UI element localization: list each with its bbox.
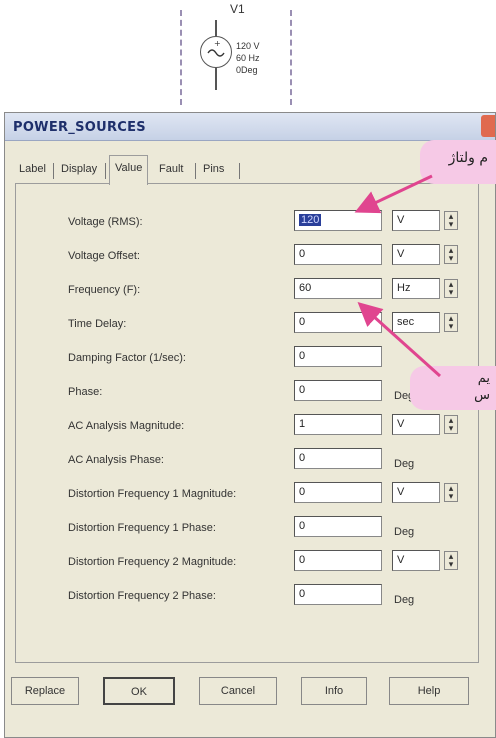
field-label: Distortion Frequency 2 Magnitude: [68, 556, 237, 568]
tab-separator [195, 163, 196, 179]
field-label: Frequency (F): [68, 284, 141, 296]
ac-magnitude-input[interactable]: 1 [294, 414, 382, 435]
source-frequency-label: 60 Hz [236, 53, 260, 63]
time-delay-input[interactable]: 0 [294, 312, 382, 333]
distortion-2-phase-input[interactable]: 0 [294, 584, 382, 605]
source-values: 120 V 60 Hz 0Deg [236, 40, 260, 76]
time-delay-unit-select[interactable]: sec [392, 312, 440, 333]
field-label: AC Analysis Phase: [68, 454, 164, 466]
info-button[interactable]: Info [301, 677, 367, 705]
selection-border-left [180, 10, 182, 105]
field-row-distortion-2-magnitude: Distortion Frequency 2 Magnitude: 0 V ▴ ▾ [16, 550, 478, 576]
unit-label: Deg [394, 458, 415, 470]
spin-arrows-icon[interactable]: ▴ ▾ [444, 551, 458, 570]
voltage-callout: م ولتاژ [420, 140, 496, 184]
field-row-time-delay: Time Delay: 0 sec ▴ ▾ [16, 312, 478, 338]
spin-arrows-icon[interactable]: ▴ ▾ [444, 483, 458, 502]
damping-factor-input[interactable]: 0 [294, 346, 382, 367]
spin-arrows-icon[interactable]: ▴ ▾ [444, 415, 458, 434]
voltage-rms-unit-select[interactable]: V [392, 210, 440, 231]
distortion-2-magnitude-input[interactable]: 0 [294, 550, 382, 571]
unit-label: Deg [394, 526, 415, 538]
distortion-1-phase-input[interactable]: 0 [294, 516, 382, 537]
tab-separator [105, 163, 106, 179]
field-label: Voltage Offset: [68, 250, 140, 262]
source-voltage-label: 120 V [236, 41, 260, 51]
field-label: Time Delay: [68, 318, 127, 330]
dialog-button-bar: Replace OK Cancel Info Help [5, 677, 495, 717]
field-label: Damping Factor (1/sec): [68, 352, 186, 364]
field-row-frequency: Frequency (F): 60 Hz ▴ ▾ [16, 278, 478, 304]
tab-separator [239, 163, 240, 179]
source-wire-bottom [215, 68, 217, 90]
dialog-title: POWER_SOURCES [13, 120, 146, 135]
dialog-titlebar[interactable]: POWER_SOURCES [5, 113, 495, 141]
power-sources-dialog: POWER_SOURCES Label Display Value Fault … [4, 112, 496, 738]
cancel-button[interactable]: Cancel [199, 677, 277, 705]
source-phase-label: 0Deg [236, 65, 258, 75]
distortion-1-magnitude-input[interactable]: 0 [294, 482, 382, 503]
tab-fault[interactable]: Fault [159, 163, 183, 181]
field-row-distortion-1-magnitude: Distortion Frequency 1 Magnitude: 0 V ▴ ▾ [16, 482, 478, 508]
ac-magnitude-unit-select[interactable]: V [392, 414, 440, 435]
tab-display[interactable]: Display [61, 163, 97, 181]
voltage-offset-input[interactable]: 0 [294, 244, 382, 265]
source-wire-top [215, 20, 217, 36]
help-button[interactable]: Help [389, 677, 469, 705]
ok-button[interactable]: OK [103, 677, 175, 705]
field-label: Voltage (RMS): [68, 216, 143, 228]
frequency-callout-line-1: يم [477, 371, 490, 386]
field-row-ac-phase: AC Analysis Phase: 0 Deg [16, 448, 478, 474]
tab-separator [53, 163, 54, 179]
tab-strip: Label Display Value Fault Pins [17, 153, 317, 185]
field-row-damping-factor: Damping Factor (1/sec): 0 [16, 346, 478, 372]
tab-label[interactable]: Label [19, 163, 46, 181]
voltage-source-symbol[interactable]: V1 + 120 V 60 Hz 0Deg [170, 0, 310, 110]
field-row-ac-magnitude: AC Analysis Magnitude: 1 V ▴ ▾ [16, 414, 478, 440]
spin-arrows-icon[interactable]: ▴ ▾ [444, 279, 458, 298]
value-tab-panel: Voltage (RMS): 120 V ▴ ▾ Voltage Offset: … [15, 183, 479, 663]
field-row-phase: Phase: 0 Deg [16, 380, 478, 406]
frequency-unit-select[interactable]: Hz [392, 278, 440, 299]
distortion-1-magnitude-unit-select[interactable]: V [392, 482, 440, 503]
frequency-callout: يم س [410, 366, 496, 410]
field-label: AC Analysis Magnitude: [68, 420, 185, 432]
component-name: V1 [230, 2, 245, 16]
voltage-rms-input[interactable]: 120 [294, 210, 382, 231]
tab-pins[interactable]: Pins [203, 163, 224, 181]
frequency-input[interactable]: 60 [294, 278, 382, 299]
field-row-voltage-rms: Voltage (RMS): 120 V ▴ ▾ [16, 210, 478, 236]
unit-label: Deg [394, 594, 415, 606]
ac-source-icon: + [200, 36, 232, 68]
field-row-voltage-offset: Voltage Offset: 0 V ▴ ▾ [16, 244, 478, 270]
svg-text:+: + [214, 39, 221, 48]
field-label: Distortion Frequency 2 Phase: [68, 590, 216, 602]
spin-arrows-icon[interactable]: ▴ ▾ [444, 313, 458, 332]
selection-border-right [290, 10, 292, 105]
voltage-offset-unit-select[interactable]: V [392, 244, 440, 265]
ac-phase-input[interactable]: 0 [294, 448, 382, 469]
spin-arrows-icon[interactable]: ▴ ▾ [444, 211, 458, 230]
phase-input[interactable]: 0 [294, 380, 382, 401]
frequency-callout-line-2: س [474, 388, 490, 403]
spin-arrows-icon[interactable]: ▴ ▾ [444, 245, 458, 264]
field-row-distortion-1-phase: Distortion Frequency 1 Phase: 0 Deg [16, 516, 478, 542]
distortion-2-magnitude-unit-select[interactable]: V [392, 550, 440, 571]
field-label: Phase: [68, 386, 103, 398]
tab-value[interactable]: Value [109, 155, 149, 185]
field-label: Distortion Frequency 1 Phase: [68, 522, 216, 534]
close-icon[interactable] [481, 115, 495, 137]
field-label: Distortion Frequency 1 Magnitude: [68, 488, 237, 500]
field-value: 120 [299, 214, 322, 226]
replace-button[interactable]: Replace [11, 677, 79, 705]
field-row-distortion-2-phase: Distortion Frequency 2 Phase: 0 Deg [16, 584, 478, 610]
